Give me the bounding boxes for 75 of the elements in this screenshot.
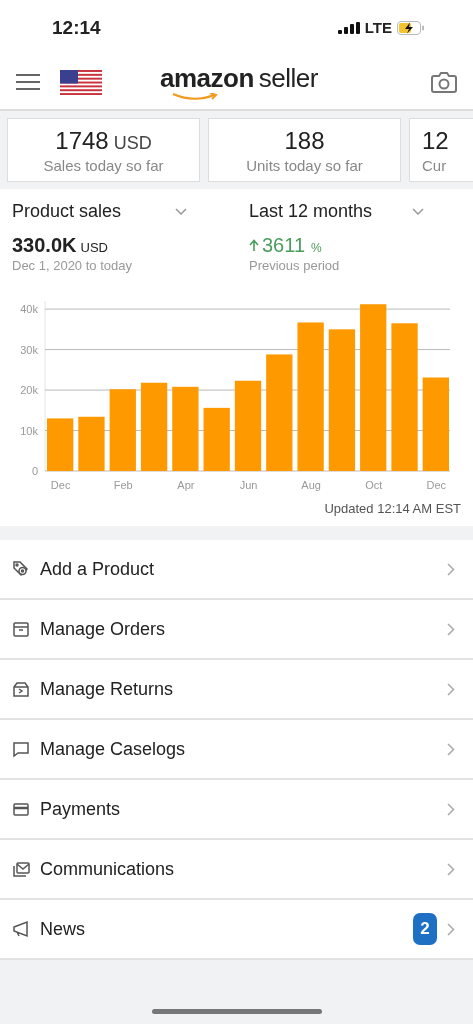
metric-card[interactable]: 1748 USD Sales today so far [7, 118, 200, 182]
metric-value: 12 [422, 126, 449, 154]
y-axis-label: 40k [20, 303, 38, 316]
sales-total: 330.0K [12, 234, 77, 256]
metric-label: Units today so far [246, 156, 363, 174]
menu-item[interactable]: Manage Orders [0, 600, 473, 660]
menu-icon[interactable] [16, 74, 40, 90]
menu-label: Manage Orders [40, 618, 167, 640]
chevron-right-icon [447, 742, 455, 756]
metric-value: 1748 [55, 126, 109, 154]
x-axis-label: Apr [177, 479, 195, 491]
chevron-right-icon [447, 682, 455, 696]
credit-card-icon [12, 800, 30, 818]
tag-icon [12, 560, 30, 578]
sales-total-unit: USD [80, 240, 108, 255]
metric-label: Cur [422, 156, 447, 174]
x-axis-label: Dec [50, 479, 71, 491]
y-axis-label: 20k [20, 384, 38, 397]
status-time: 12:14 [52, 16, 101, 39]
period-dropdown[interactable]: Last 12 months [249, 201, 424, 222]
menu-label: Add a Product [40, 558, 156, 580]
smile-arrow-icon [172, 93, 218, 102]
chevron-down-icon [412, 208, 424, 215]
menu-label: Payments [40, 798, 122, 820]
menu-item[interactable]: Add a Product [0, 540, 473, 600]
change-unit: % [311, 241, 322, 255]
camera-icon[interactable] [431, 71, 457, 93]
x-axis-label: Jun [239, 479, 258, 491]
x-axis-label: Dec [426, 479, 447, 491]
chevron-right-icon [447, 802, 455, 816]
metric-label: Sales today so far [43, 156, 164, 174]
bar [203, 407, 230, 471]
bar [78, 416, 105, 471]
metric-card[interactable]: 12 Cur [409, 118, 473, 182]
menu-label: Communications [40, 858, 176, 880]
chevron-right-icon [447, 922, 455, 936]
chevron-down-icon [175, 208, 187, 215]
menu-item[interactable]: Payments [0, 780, 473, 840]
network-label: LTE [364, 19, 392, 36]
y-axis-label: 30k [20, 343, 38, 356]
logo-brand: amazon [160, 63, 254, 94]
menu-label: Manage Returns [40, 678, 175, 700]
megaphone-icon [12, 920, 30, 938]
envelope-icon [12, 860, 30, 878]
menu-label: Manage Caselogs [40, 738, 187, 760]
chevron-right-icon [447, 562, 455, 576]
box-icon [12, 620, 30, 638]
battery-charging-icon [397, 20, 425, 35]
menu-item[interactable]: Manage Returns [0, 660, 473, 720]
arrow-up-icon [249, 239, 259, 252]
return-box-icon [12, 680, 30, 698]
change-value: 3611 [262, 234, 305, 257]
updated-time: Updated 12:14 AM EST [324, 501, 461, 516]
menu-item[interactable]: Manage Caselogs [0, 720, 473, 780]
change-label: Previous period [249, 258, 341, 273]
menu-item[interactable]: Communications [0, 840, 473, 900]
chevron-right-icon [447, 862, 455, 876]
metric-card[interactable]: 188 Units today so far [208, 118, 401, 182]
metric-dropdown[interactable]: Product sales [12, 201, 187, 222]
y-axis-label: 0 [31, 465, 38, 477]
metric-unit: USD [113, 132, 152, 153]
y-axis-label: 10k [20, 424, 38, 437]
x-axis-label: Feb [113, 479, 133, 491]
signal-icon [337, 21, 360, 34]
flag-icon[interactable] [60, 69, 102, 95]
chat-bubble-icon [12, 740, 30, 758]
metric-value: 188 [284, 126, 325, 154]
logo-product: seller [258, 63, 318, 94]
x-axis-label: Aug [301, 479, 321, 491]
menu-label: News [40, 918, 86, 940]
date-range: Dec 1, 2020 to today [12, 258, 133, 273]
chevron-right-icon [447, 622, 455, 636]
notification-count: 2 [413, 913, 437, 945]
menu-item[interactable]: News 2 [0, 900, 473, 960]
x-axis-label: Oct [365, 479, 383, 491]
